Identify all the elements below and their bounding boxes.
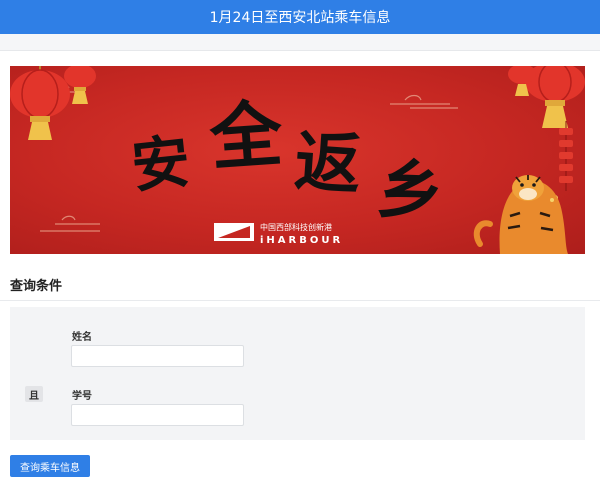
student-id-field-label: 学号: [72, 391, 92, 402]
name-input[interactable]: [71, 345, 244, 367]
headline-char: 乡: [374, 149, 448, 233]
brand-en: iHARBOUR: [260, 235, 343, 246]
logic-operator-badge[interactable]: 且: [25, 386, 43, 402]
toolbar-strip: [0, 34, 600, 51]
lantern-icon: [10, 66, 70, 140]
firecracker-icon: [552, 121, 573, 201]
query-form: 且 姓名 学号: [10, 307, 585, 440]
banner-graphic: 安 全 返 乡 中国西部科技创新港 iHARBOUR: [10, 66, 585, 254]
section-title: 查询条件: [10, 279, 63, 294]
iharbour-logo: 中国西部科技创新港 iHARBOUR: [214, 222, 343, 246]
section-divider: [0, 300, 600, 301]
headline-char: 返: [292, 122, 363, 204]
headline-char: 全: [206, 90, 286, 180]
name-field-label: 姓名: [72, 332, 92, 343]
student-id-input[interactable]: [71, 404, 244, 426]
page-header: 1月24日至西安北站乘车信息: [0, 0, 600, 34]
query-submit-button[interactable]: 查询乘车信息: [10, 455, 90, 477]
page-title: 1月24日至西安北站乘车信息: [209, 10, 391, 26]
headline-char: 安: [128, 127, 193, 201]
brand-cn: 中国西部科技创新港: [260, 222, 332, 232]
tiger-illustration: [473, 175, 568, 254]
banner-image: 安 全 返 乡 中国西部科技创新港 iHARBOUR: [10, 66, 585, 254]
